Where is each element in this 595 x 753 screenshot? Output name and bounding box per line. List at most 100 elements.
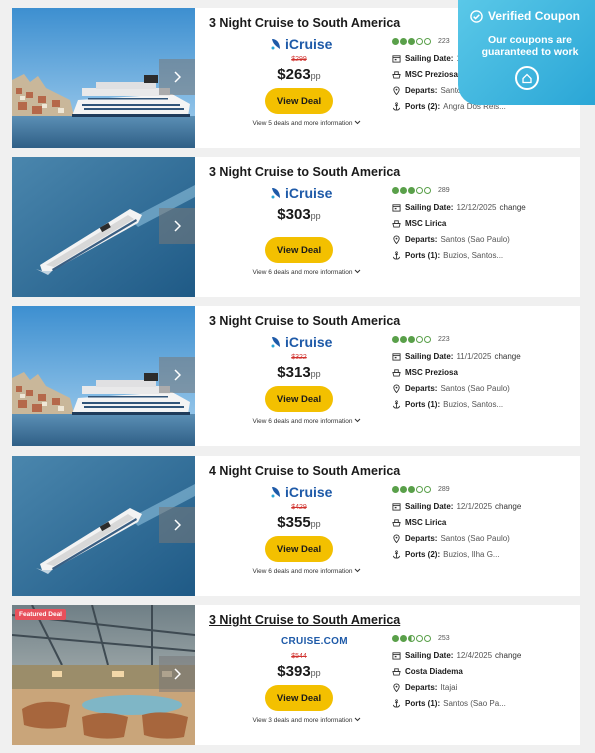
next-image-button[interactable]: [159, 507, 195, 543]
brand-logo: CRUISE.COM: [269, 632, 399, 650]
more-info-link[interactable]: View 3 deals and more information: [237, 717, 377, 724]
chevron-down-icon: [355, 269, 361, 274]
cruise-title[interactable]: 4 Night Cruise to South America: [209, 464, 400, 478]
price: $263pp: [269, 66, 329, 83]
brand-name: iCruise: [285, 484, 333, 500]
departs-label: Departs:: [405, 86, 438, 95]
change-date-link[interactable]: change: [500, 203, 526, 212]
cruise-image[interactable]: Featured Deal: [12, 605, 195, 745]
change-date-link[interactable]: change: [494, 352, 520, 361]
cruise-title[interactable]: 3 Night Cruise to South America: [209, 613, 400, 627]
view-deal-button[interactable]: View Deal: [265, 386, 333, 412]
next-image-button[interactable]: [159, 656, 195, 692]
coupon-title: Verified Coupon: [488, 9, 581, 23]
ports-label: Ports (1):: [405, 400, 441, 409]
more-info-link[interactable]: View 6 deals and more information: [237, 269, 377, 276]
sailing-date-row: Sailing Date: 12/12/2025 change: [392, 203, 526, 212]
rating-dot: [416, 38, 423, 45]
cruise-image[interactable]: [12, 157, 195, 297]
cruise-title[interactable]: 3 Night Cruise to South America: [209, 165, 400, 179]
rating-dot: [392, 486, 399, 493]
cruise-title[interactable]: 3 Night Cruise to South America: [209, 314, 400, 328]
ports-label: Ports (2):: [405, 102, 441, 111]
view-deal-button[interactable]: View Deal: [265, 685, 333, 711]
cruise-image[interactable]: [12, 8, 195, 148]
rating-dot: [424, 336, 431, 343]
view-deal-button[interactable]: View Deal: [265, 237, 333, 263]
sailing-date-row: Sailing Date: 12/1/2025 change: [392, 502, 521, 511]
departs-label: Departs:: [405, 683, 438, 692]
departs-value: Itajai: [440, 683, 458, 692]
ports-value: Buzios, Santos...: [443, 400, 504, 409]
price: $313pp: [269, 364, 329, 381]
check-circle-icon: [470, 9, 483, 23]
rating-dot: [424, 635, 431, 642]
old-price: $322: [291, 354, 307, 361]
cruise-card[interactable]: Featured Deal 3 Night Cruise to South Ame…: [12, 605, 580, 745]
next-image-button[interactable]: [159, 357, 195, 393]
cruise-image[interactable]: [12, 306, 195, 446]
ports-label: Ports (1):: [405, 699, 441, 708]
ship-name: Costa Diadema: [405, 667, 463, 676]
anchor-icon: [392, 102, 401, 111]
rating-count: 223: [438, 336, 450, 343]
departs-value: Santos (Sao Paulo): [440, 534, 510, 543]
rating-dot: [400, 187, 407, 194]
rating-count: 289: [438, 486, 450, 493]
view-deal-button[interactable]: View Deal: [265, 536, 333, 562]
view-deal-button[interactable]: View Deal: [265, 88, 333, 114]
departs-value: Santos (Sao Paulo): [440, 235, 510, 244]
cruise-card[interactable]: 4 Night Cruise to South America iCruise $4…: [12, 456, 580, 596]
change-date-link[interactable]: change: [495, 651, 521, 660]
ship-icon: [392, 519, 401, 527]
details-column: 289 Sailing Date: 12/12/2025 change MSC Liri…: [392, 157, 580, 297]
old-price: $429: [291, 504, 307, 511]
rating: 253: [392, 635, 450, 642]
coupon-subtitle: Our coupons are guaranteed to work: [481, 34, 579, 58]
details-column: 223 Sailing Date: 11/1/2025 change MSC Prezi…: [392, 306, 580, 446]
rating-dot: [424, 38, 431, 45]
more-info-link[interactable]: View 6 deals and more information: [237, 418, 377, 425]
ship-icon: [392, 71, 401, 79]
next-image-button[interactable]: [159, 208, 195, 244]
chevron-right-icon: [174, 519, 181, 531]
sailing-date-value: 12/1/2025: [456, 502, 493, 511]
sailing-date-label: Sailing Date:: [405, 352, 454, 361]
cruise-card[interactable]: 3 Night Cruise to South America iCruise $3…: [12, 157, 580, 297]
details-column: 253 Sailing Date: 12/4/2025 change Costa Dia…: [392, 605, 580, 745]
price-unit: pp: [310, 211, 321, 221]
coupon-home-button[interactable]: [515, 66, 539, 90]
price-unit: pp: [310, 668, 321, 678]
more-info-link[interactable]: View 5 deals and more information: [237, 120, 377, 127]
more-info-link[interactable]: View 6 deals and more information: [237, 568, 377, 575]
sailing-date-row: Sailing Date: 11/1/2025 change: [392, 352, 521, 361]
cruise-image[interactable]: [12, 456, 195, 596]
rating-dot: [416, 187, 423, 194]
cruise-title[interactable]: 3 Night Cruise to South America: [209, 16, 400, 30]
brand-name: iCruise: [285, 185, 333, 201]
anchor-icon: [392, 699, 401, 708]
location-pin-icon: [393, 86, 400, 95]
departs-value: Santos (Sao Paulo): [440, 384, 510, 393]
cruise-card[interactable]: 3 Night Cruise to South America iCruise $3…: [12, 306, 580, 446]
anchor-icon: [392, 251, 401, 260]
deal-column: 3 Night Cruise to South America iCruise $2…: [209, 8, 400, 148]
rating-dot: [408, 187, 415, 194]
ship-name: MSC Preziosa: [405, 368, 458, 377]
calendar-icon: [392, 204, 401, 212]
brand-logo: iCruise: [269, 184, 399, 202]
ports-row: Ports (1): Buzios, Santos...: [392, 400, 503, 409]
rating-dot: [424, 187, 431, 194]
departs-label: Departs:: [405, 384, 438, 393]
verified-coupon-banner[interactable]: Verified Coupon Our coupons are guarante…: [458, 0, 595, 105]
next-image-button[interactable]: [159, 59, 195, 95]
price-unit: pp: [310, 71, 321, 81]
change-date-link[interactable]: change: [495, 502, 521, 511]
departs-row: Departs:Santos (Sao Paulo): [392, 534, 510, 543]
ports-value: Buzios, Ilha G...: [443, 550, 500, 559]
sailing-date-label: Sailing Date:: [405, 54, 454, 63]
more-info-text: View 6 deals and more information: [252, 568, 353, 575]
more-info-text: View 5 deals and more information: [252, 120, 353, 127]
ports-row: Ports (1): Santos (Sao Pa...: [392, 699, 506, 708]
location-pin-icon: [393, 384, 400, 393]
